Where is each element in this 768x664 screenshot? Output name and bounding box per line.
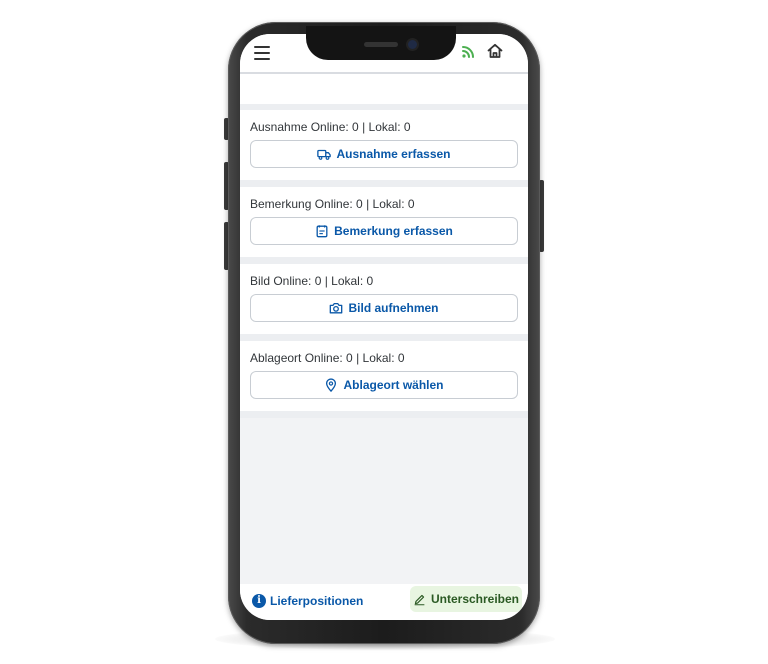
phone-screen: Ausnahme Online: 0 | Lokal: 0 Ausnahme e… (240, 34, 528, 620)
pen-icon (414, 594, 425, 605)
phone-speaker (364, 42, 398, 47)
ablageort-waehlen-label: Ablageort wählen (343, 378, 444, 392)
content-spacer (240, 74, 528, 110)
bemerkung-erfassen-label: Bemerkung erfassen (334, 224, 453, 238)
bemerkung-erfassen-button[interactable]: Bemerkung erfassen (250, 217, 518, 245)
ausnahme-erfassen-button[interactable]: Ausnahme erfassen (250, 140, 518, 168)
location-pin-icon (326, 378, 337, 392)
connection-signal-icon (462, 46, 474, 58)
main-content: Ausnahme Online: 0 | Lokal: 0 Ausnahme e… (240, 74, 528, 584)
phone-front-camera (408, 40, 417, 49)
section-label-ablageort: Ablageort Online: 0 | Lokal: 0 (250, 351, 405, 365)
bild-aufnehmen-button[interactable]: Bild aufnehmen (250, 294, 518, 322)
section-label-ausnahme: Ausnahme Online: 0 | Lokal: 0 (250, 120, 411, 134)
section-ausnahme: Ausnahme Online: 0 | Lokal: 0 Ausnahme e… (240, 110, 528, 187)
bild-aufnehmen-label: Bild aufnehmen (348, 301, 439, 315)
lieferpositionen-button[interactable]: i Lieferpositionen (252, 594, 363, 608)
home-icon[interactable] (486, 42, 504, 60)
truck-icon (317, 149, 332, 160)
hamburger-menu-icon[interactable] (254, 46, 270, 60)
section-label-bemerkung: Bemerkung Online: 0 | Lokal: 0 (250, 197, 415, 211)
bottom-bar: i Lieferpositionen Unterschreiben (240, 584, 528, 620)
note-icon (316, 225, 328, 238)
section-bemerkung: Bemerkung Online: 0 | Lokal: 0 Bemerkung… (240, 187, 528, 264)
section-ablageort: Ablageort Online: 0 | Lokal: 0 Ablageort… (240, 341, 528, 418)
info-icon: i (252, 594, 266, 608)
section-bild: Bild Online: 0 | Lokal: 0 Bild aufnehmen (240, 264, 528, 341)
unterschreiben-label: Unterschreiben (430, 592, 520, 606)
unterschreiben-button[interactable]: Unterschreiben (410, 586, 522, 612)
lieferpositionen-label: Lieferpositionen (270, 594, 364, 608)
ausnahme-erfassen-label: Ausnahme erfassen (336, 147, 451, 161)
ablageort-waehlen-button[interactable]: Ablageort wählen (250, 371, 518, 399)
section-label-bild: Bild Online: 0 | Lokal: 0 (250, 274, 374, 288)
camera-icon (330, 302, 343, 314)
